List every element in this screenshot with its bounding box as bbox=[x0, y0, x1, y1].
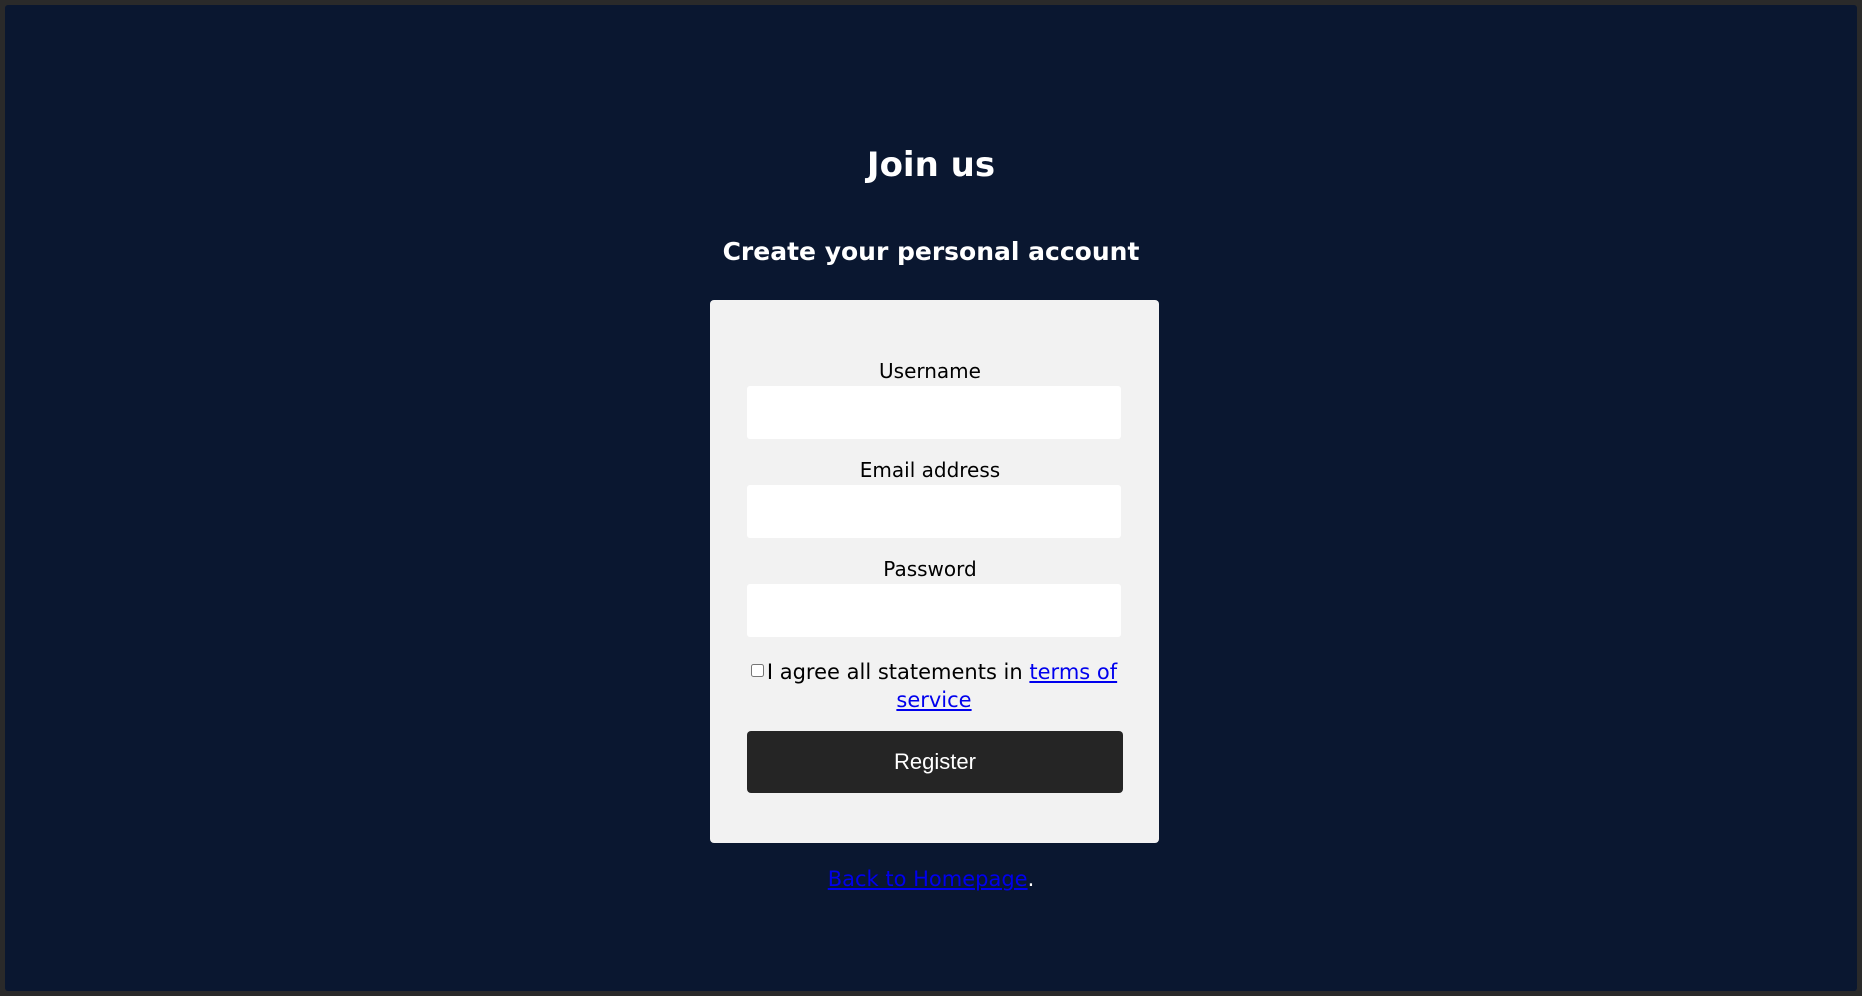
register-button[interactable]: Register bbox=[747, 731, 1123, 793]
page-background: Join us Create your personal account Use… bbox=[5, 5, 1857, 991]
username-input[interactable] bbox=[747, 386, 1121, 439]
back-to-homepage-link[interactable]: Back to Homepage bbox=[828, 867, 1028, 891]
password-input[interactable] bbox=[747, 584, 1121, 637]
terms-agreement: I agree all statements in terms of servi… bbox=[747, 658, 1121, 714]
back-link-suffix: . bbox=[1027, 867, 1035, 891]
page-subtitle: Create your personal account bbox=[722, 237, 1140, 266]
terms-checkbox[interactable] bbox=[750, 664, 764, 677]
username-label: Username bbox=[879, 359, 981, 383]
password-label: Password bbox=[883, 557, 977, 581]
back-to-homepage: Back to Homepage. bbox=[5, 865, 1857, 893]
email-input[interactable] bbox=[747, 485, 1121, 538]
terms-text: I agree all statements in bbox=[766, 660, 1023, 684]
email-label: Email address bbox=[859, 458, 1001, 482]
page-title: Join us bbox=[866, 145, 996, 185]
registration-form: Username Email address Password I agree … bbox=[710, 300, 1159, 843]
